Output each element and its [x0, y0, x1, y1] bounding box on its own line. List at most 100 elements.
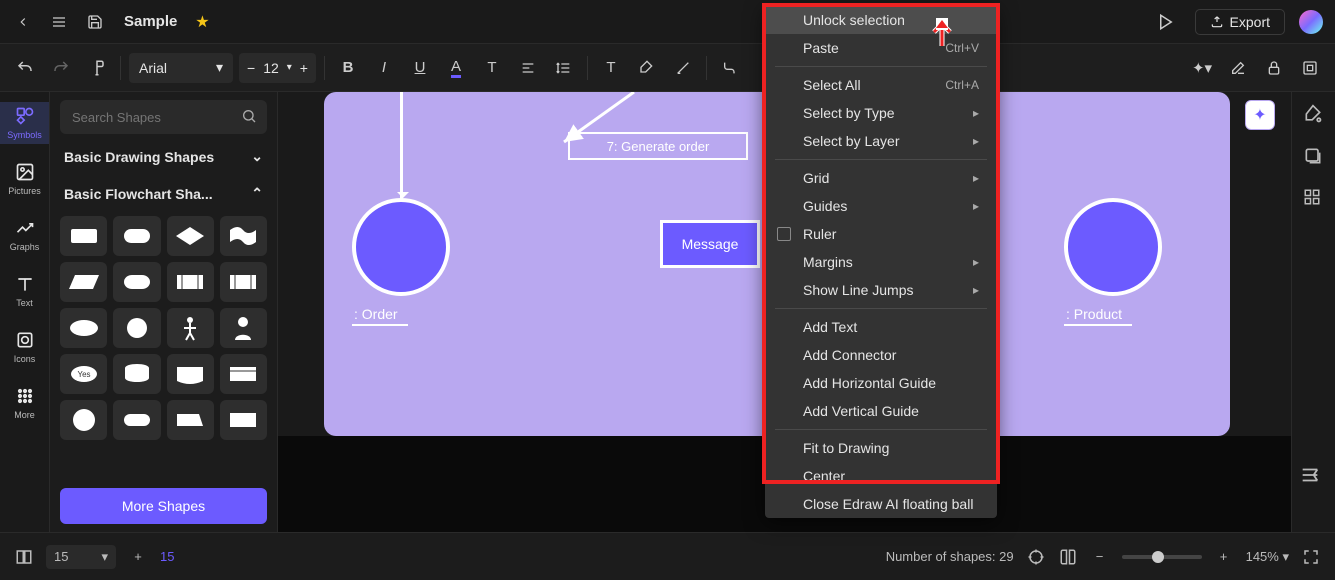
- page-grid-icon[interactable]: [14, 547, 34, 567]
- line-color-button[interactable]: [668, 53, 698, 83]
- play-icon[interactable]: [1151, 11, 1181, 33]
- paint-bucket-icon[interactable]: [1303, 104, 1325, 126]
- select-mode-button[interactable]: [1295, 53, 1325, 83]
- lock-button[interactable]: [1259, 53, 1289, 83]
- menu-item-close-edraw-ai-floating-ball[interactable]: Close Edraw AI floating ball: [765, 490, 997, 518]
- shape-item[interactable]: [60, 216, 107, 256]
- target-icon[interactable]: [1026, 547, 1046, 567]
- menu-icon[interactable]: [48, 11, 70, 33]
- bold-button[interactable]: B: [333, 53, 363, 83]
- edit-button[interactable]: [1223, 53, 1253, 83]
- order-node[interactable]: [352, 198, 450, 296]
- menu-item-margins[interactable]: Margins▸: [765, 248, 997, 276]
- rail-item-text[interactable]: Text: [0, 270, 49, 312]
- add-page-button[interactable]: +: [128, 547, 148, 567]
- shape-item[interactable]: [167, 400, 214, 440]
- rail-item-more[interactable]: More: [0, 382, 49, 424]
- menu-item-add-horizontal-guide[interactable]: Add Horizontal Guide: [765, 369, 997, 397]
- generate-order-box[interactable]: 7: Generate order: [568, 132, 748, 160]
- book-icon[interactable]: [1058, 547, 1078, 567]
- context-menu[interactable]: Unlock selectionPasteCtrl+V Select AllCtr…: [765, 6, 997, 518]
- search-input[interactable]: [60, 100, 267, 134]
- rail-item-icons[interactable]: Icons: [0, 326, 49, 368]
- line-spacing-button[interactable]: [549, 53, 579, 83]
- zoom-out-button[interactable]: −: [1090, 547, 1110, 567]
- sparkle-button[interactable]: ✦▾: [1187, 53, 1217, 83]
- underline-button[interactable]: U: [405, 53, 435, 83]
- layers-icon[interactable]: [1303, 146, 1325, 168]
- left-rail: Symbols Pictures Graphs Text Icons More: [0, 92, 50, 532]
- menu-item-show-line-jumps[interactable]: Show Line Jumps▸: [765, 276, 997, 304]
- menu-item-select-by-type[interactable]: Select by Type▸: [765, 99, 997, 127]
- section-basic-drawing[interactable]: Basic Drawing Shapes ⌄: [60, 142, 267, 171]
- menu-item-select-all[interactable]: Select AllCtrl+A: [765, 71, 997, 99]
- avatar[interactable]: [1299, 10, 1323, 34]
- minus-icon[interactable]: −: [247, 60, 255, 76]
- shape-item[interactable]: Yes: [60, 354, 107, 394]
- shape-item[interactable]: [220, 354, 267, 394]
- shape-item[interactable]: [113, 400, 160, 440]
- star-icon[interactable]: ★: [191, 11, 213, 33]
- shape-item[interactable]: [113, 262, 160, 302]
- italic-button[interactable]: I: [369, 53, 399, 83]
- zoom-in-button[interactable]: +: [1214, 547, 1234, 567]
- shape-item[interactable]: [220, 400, 267, 440]
- grid-icon[interactable]: [1303, 188, 1325, 210]
- page-select[interactable]: 15▾: [46, 545, 116, 569]
- align-text-button[interactable]: [513, 53, 543, 83]
- shape-item[interactable]: [167, 262, 214, 302]
- collapse-right-icon[interactable]: [1299, 464, 1323, 488]
- font-size-stepper[interactable]: − 12 ▾ +: [239, 53, 316, 83]
- redo-button[interactable]: [46, 53, 76, 83]
- save-icon[interactable]: [84, 11, 106, 33]
- shape-item[interactable]: [113, 216, 160, 256]
- rail-item-graphs[interactable]: Graphs: [0, 214, 49, 256]
- menu-item-select-by-layer[interactable]: Select by Layer▸: [765, 127, 997, 155]
- font-select[interactable]: Arial▾: [129, 53, 233, 83]
- menu-item-center[interactable]: Center: [765, 462, 997, 490]
- shape-item[interactable]: [220, 308, 267, 348]
- export-label: Export: [1230, 14, 1270, 30]
- back-icon[interactable]: [12, 11, 34, 33]
- shape-item[interactable]: [167, 354, 214, 394]
- search-icon[interactable]: [241, 108, 257, 124]
- rail-item-symbols[interactable]: Symbols: [0, 102, 49, 144]
- page-link[interactable]: 15: [160, 549, 174, 564]
- plus-icon[interactable]: +: [300, 60, 308, 76]
- zoom-level[interactable]: 145% ▾: [1246, 549, 1289, 565]
- fill-color-button[interactable]: [632, 53, 662, 83]
- shape-item[interactable]: [60, 400, 107, 440]
- menu-item-add-connector[interactable]: Add Connector: [765, 341, 997, 369]
- connector-button[interactable]: [715, 53, 745, 83]
- shape-item[interactable]: [167, 216, 214, 256]
- insert-text-button[interactable]: T: [596, 53, 626, 83]
- shape-item[interactable]: [220, 216, 267, 256]
- font-color-button[interactable]: A: [441, 53, 471, 83]
- ai-badge-button[interactable]: ✦: [1245, 100, 1275, 130]
- zoom-slider[interactable]: [1122, 555, 1202, 559]
- menu-item-ruler[interactable]: Ruler: [765, 220, 997, 248]
- section-basic-flowchart[interactable]: Basic Flowchart Sha... ⌃: [60, 179, 267, 208]
- menu-item-guides[interactable]: Guides▸: [765, 192, 997, 220]
- shape-item[interactable]: [220, 262, 267, 302]
- shape-item[interactable]: [167, 308, 214, 348]
- format-painter-button[interactable]: [82, 53, 112, 83]
- shape-item[interactable]: [113, 308, 160, 348]
- undo-button[interactable]: [10, 53, 40, 83]
- menu-item-unlock-selection[interactable]: Unlock selection: [765, 6, 997, 34]
- shape-item[interactable]: [60, 308, 107, 348]
- product-node[interactable]: [1064, 198, 1162, 296]
- menu-item-add-vertical-guide[interactable]: Add Vertical Guide: [765, 397, 997, 425]
- menu-item-paste[interactable]: PasteCtrl+V: [765, 34, 997, 62]
- menu-item-grid[interactable]: Grid▸: [765, 164, 997, 192]
- export-button[interactable]: Export: [1195, 9, 1285, 35]
- shape-item[interactable]: [113, 354, 160, 394]
- more-shapes-button[interactable]: More Shapes: [60, 488, 267, 524]
- fullscreen-button[interactable]: [1301, 547, 1321, 567]
- text-case-button[interactable]: T: [477, 53, 507, 83]
- shape-item[interactable]: [60, 262, 107, 302]
- menu-item-fit-to-drawing[interactable]: Fit to Drawing: [765, 434, 997, 462]
- message-box[interactable]: Message: [660, 220, 760, 268]
- rail-item-pictures[interactable]: Pictures: [0, 158, 49, 200]
- menu-item-add-text[interactable]: Add Text: [765, 313, 997, 341]
